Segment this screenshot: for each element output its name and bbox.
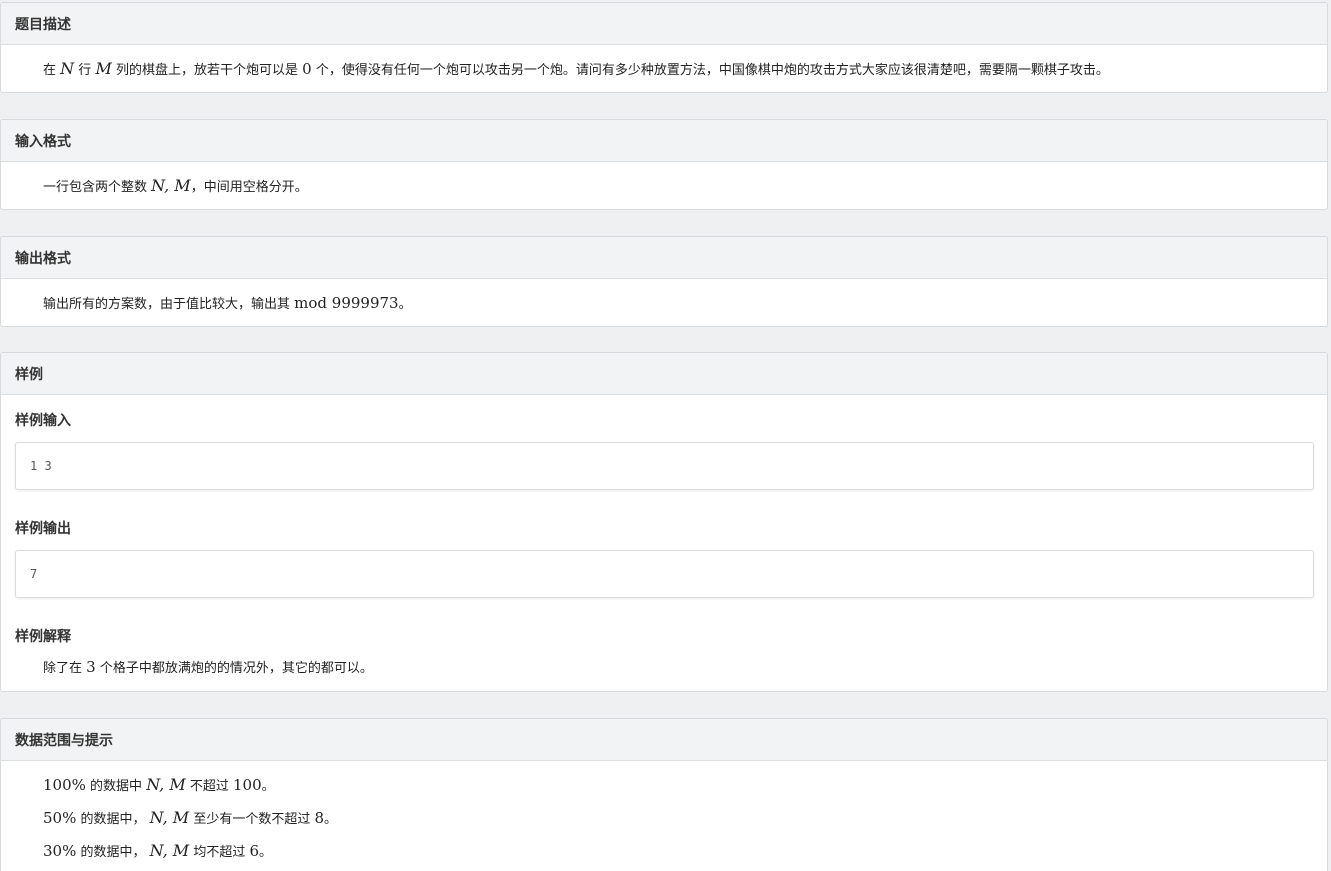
output-format-header: 输出格式: [1, 237, 1327, 279]
input-format-header: 输入格式: [1, 120, 1327, 162]
sample-input-box[interactable]: 1 3: [15, 442, 1314, 490]
output-format-text: 输出所有的方案数，由于值比较大，输出其 mod 9999973。: [43, 294, 412, 312]
sample-header: 样例: [1, 353, 1327, 395]
constraint-line-1: 100% 的数据中 N, M 不超过 100。: [43, 775, 275, 794]
sample-explain-text: 除了在 3 个格子中都放满炮的的情况外，其它的都可以。: [43, 658, 373, 676]
sample-explain-label: 样例解释: [15, 629, 71, 645]
input-format-text: 一行包含两个整数 N, M，中间用空格分开。: [43, 176, 308, 195]
description-card: 题目描述 在 N 行 M 列的棋盘上，放若干个炮可以是 0 个，使得没有任何一个…: [0, 2, 1328, 93]
constraint-line-2: 50% 的数据中， N, M 至少有一个数不超过 8。: [43, 808, 338, 827]
output-format-card: 输出格式 输出所有的方案数，由于值比较大，输出其 mod 9999973。: [0, 236, 1328, 327]
input-format-card: 输入格式 一行包含两个整数 N, M，中间用空格分开。: [0, 119, 1328, 210]
problem-page: 题目描述 在 N 行 M 列的棋盘上，放若干个炮可以是 0 个，使得没有任何一个…: [0, 0, 1331, 871]
description-text: 在 N 行 M 列的棋盘上，放若干个炮可以是 0 个，使得没有任何一个炮可以攻击…: [43, 59, 1109, 78]
sample-input-label: 样例输入: [15, 413, 71, 429]
sample-output-box[interactable]: 7: [15, 550, 1314, 598]
constraint-line-3: 30% 的数据中， N, M 均不超过 6。: [43, 841, 273, 860]
sample-card: 样例 样例输入 1 3 样例输出 7 样例解释 除了在 3 个格子中都放满炮的的…: [0, 352, 1328, 692]
description-header: 题目描述: [1, 3, 1327, 45]
constraints-card: 数据范围与提示 100% 的数据中 N, M 不超过 100。 50% 的数据中…: [0, 718, 1328, 871]
constraints-header: 数据范围与提示: [1, 719, 1327, 761]
sample-output-label: 样例输出: [15, 521, 71, 537]
